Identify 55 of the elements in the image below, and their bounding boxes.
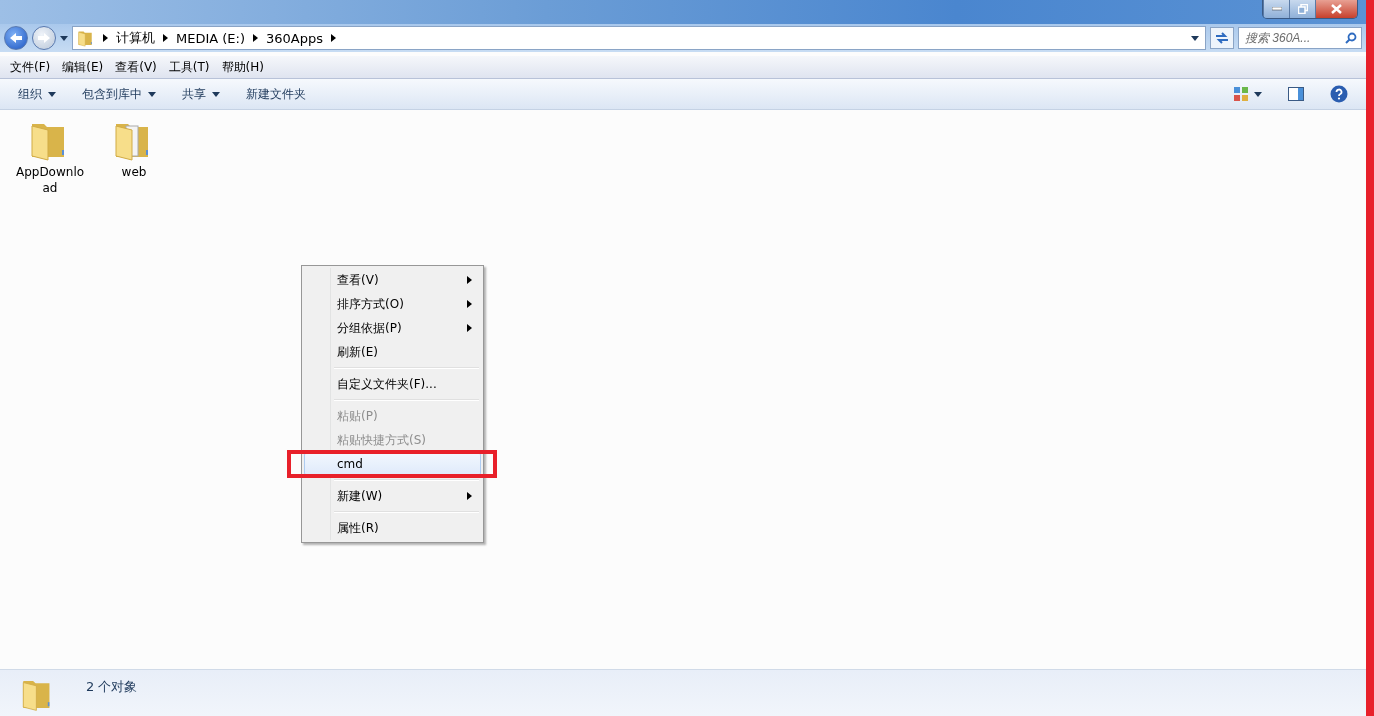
submenu-arrow-icon — [467, 300, 472, 308]
refresh-icon — [1214, 31, 1230, 45]
caret-icon — [253, 34, 259, 42]
search-field[interactable]: 搜索 360A... — [1238, 27, 1362, 49]
breadcrumb[interactable]: MEDIA (E:) — [176, 30, 246, 46]
help-icon — [1330, 85, 1348, 103]
toolbar-button[interactable]: 共享 — [174, 81, 228, 107]
context-menu-item[interactable]: 查看(V) — [304, 268, 481, 292]
caret-icon — [148, 91, 156, 97]
minimize-icon — [1271, 7, 1282, 11]
menu-item[interactable]: 帮助(H) — [215, 56, 270, 78]
submenu-arrow-icon — [467, 276, 472, 284]
context-menu-item[interactable]: 属性(R) — [304, 516, 481, 540]
status-text: 2 个对象 — [86, 678, 138, 696]
caret-icon — [331, 34, 337, 42]
submenu-arrow-icon — [467, 492, 472, 500]
back-arrow-icon — [9, 32, 23, 44]
close-button[interactable] — [1315, 0, 1357, 18]
forward-button[interactable] — [32, 26, 56, 50]
caret-icon — [48, 91, 56, 97]
menu-item[interactable]: 工具(T) — [162, 56, 216, 78]
back-button[interactable] — [4, 26, 28, 50]
caret-icon — [60, 35, 68, 41]
view-grid-icon — [1234, 87, 1248, 101]
context-menu-item[interactable]: 排序方式(O) — [304, 292, 481, 316]
breadcrumb[interactable]: 计算机 — [116, 29, 155, 47]
context-menu-item[interactable]: 自定义文件夹(F)... — [304, 372, 481, 396]
pane-icon — [1288, 87, 1304, 101]
search-icon — [1345, 32, 1357, 44]
folder-icon — [77, 29, 95, 47]
caret-icon — [103, 34, 108, 42]
minimize-button[interactable] — [1263, 0, 1289, 18]
toolbar-button[interactable]: 包含到库中 — [74, 81, 164, 107]
caret-icon — [163, 34, 168, 42]
folder-item[interactable]: web — [98, 118, 170, 180]
address-bar[interactable]: 计算机 MEDIA (E:) 360Apps — [72, 26, 1206, 50]
toolbar-button[interactable]: 新建文件夹 — [238, 81, 314, 107]
close-icon — [1331, 4, 1342, 14]
caret-icon — [1191, 35, 1199, 41]
restore-icon — [1297, 4, 1308, 14]
context-menu-item[interactable]: 刷新(E) — [304, 340, 481, 364]
breadcrumb[interactable]: 360Apps — [266, 30, 324, 46]
restore-button[interactable] — [1289, 0, 1315, 18]
caret-icon — [1254, 91, 1262, 97]
submenu-arrow-icon — [467, 324, 472, 332]
menu-item[interactable]: 文件(F) — [4, 56, 57, 78]
forward-arrow-icon — [37, 32, 51, 44]
caret-icon — [212, 91, 220, 97]
refresh-button[interactable] — [1210, 27, 1234, 49]
folder-item[interactable]: AppDownload — [14, 118, 86, 196]
menu-item[interactable]: 查看(V) — [109, 56, 163, 78]
menu-item[interactable]: 编辑(E) — [56, 56, 110, 78]
context-menu-item[interactable]: 新建(W) — [304, 484, 481, 508]
context-menu-item[interactable]: 分组依据(P) — [304, 316, 481, 340]
toolbar-button[interactable]: 组织 — [10, 81, 64, 107]
